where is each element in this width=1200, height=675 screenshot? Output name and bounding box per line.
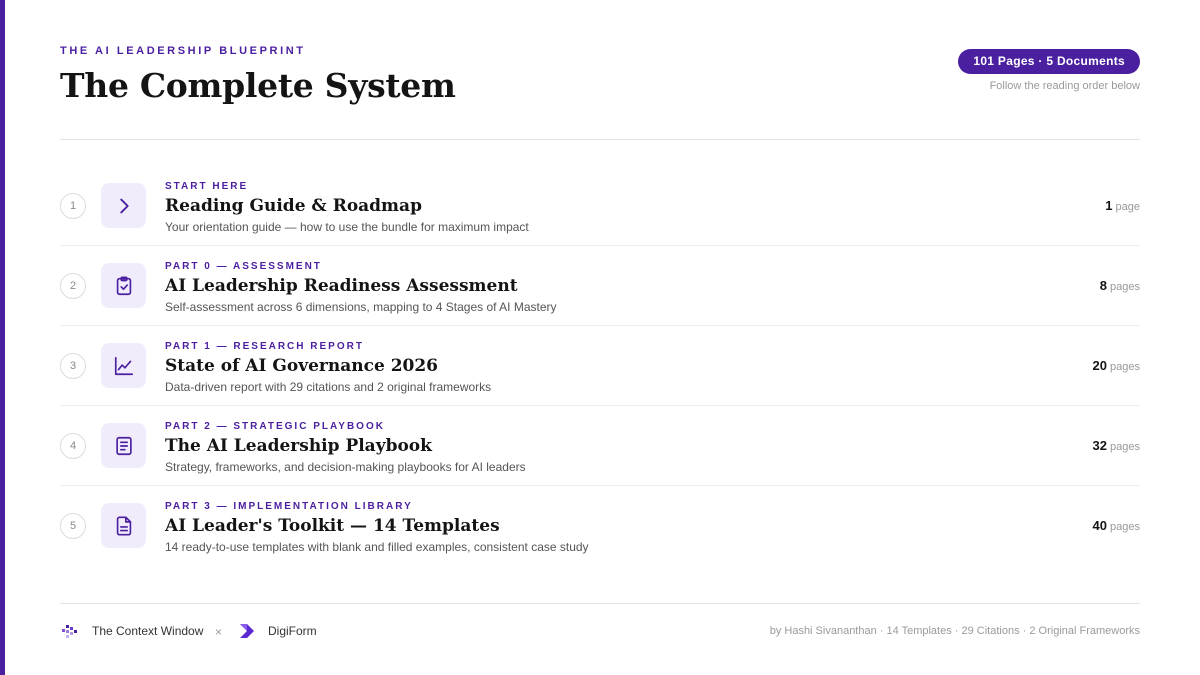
page-count-unit: pages	[1110, 361, 1140, 373]
brand-name-digiform: DigiForm	[268, 624, 317, 638]
item-title: AI Leader's Toolkit — 14 Templates	[165, 516, 500, 536]
list-item[interactable]: 5 PART 3 — IMPLEMENTATION LIBRARY AI Lea…	[60, 486, 1140, 566]
header: THE AI LEADERSHIP BLUEPRINT The Complete…	[60, 0, 1140, 140]
page-title: The Complete System	[60, 66, 456, 105]
icon-tile	[101, 343, 146, 388]
page-count-number: 1	[1105, 198, 1113, 213]
page-count-unit: page	[1115, 201, 1140, 213]
icon-tile	[101, 423, 146, 468]
step-number: 1	[60, 193, 86, 219]
clipboard-check-icon	[116, 275, 131, 295]
collab-separator: ×	[215, 625, 223, 639]
digiform-brand: DigiForm	[238, 622, 317, 640]
line-chart-icon	[114, 356, 133, 375]
item-description: 14 ready-to-use templates with blank and…	[165, 540, 589, 554]
book-icon	[115, 436, 132, 455]
item-label: PART 0 — ASSESSMENT	[165, 261, 322, 272]
page-count-unit: pages	[1110, 441, 1140, 453]
summary-badge: 101 Pages · 5 Documents	[958, 49, 1140, 74]
page-count: 40 pages	[1093, 517, 1140, 535]
digiform-logo-icon	[240, 624, 254, 638]
page: THE AI LEADERSHIP BLUEPRINT The Complete…	[60, 0, 1140, 675]
list-item[interactable]: 4 PART 2 — STRATEGIC PLAYBOOK The AI Lea…	[60, 406, 1140, 486]
page-count-unit: pages	[1110, 521, 1140, 533]
item-description: Your orientation guide — how to use the …	[165, 220, 529, 234]
footer-credits: by Hashi Sivananthan · 14 Templates · 29…	[769, 625, 1140, 637]
page-count-number: 32	[1092, 438, 1108, 453]
chevron-right-icon	[119, 198, 129, 213]
item-label: START HERE	[165, 181, 249, 192]
page-count-number: 8	[1099, 278, 1108, 293]
page-count: 32 pages	[1093, 437, 1140, 455]
page-count: 8 pages	[1100, 277, 1140, 295]
item-description: Strategy, frameworks, and decision-makin…	[165, 460, 526, 474]
icon-tile	[101, 503, 146, 548]
item-label: PART 1 — RESEARCH REPORT	[165, 341, 364, 352]
item-title: AI Leadership Readiness Assessment	[165, 276, 518, 296]
item-title: Reading Guide & Roadmap	[165, 196, 422, 216]
footer: The Context Window × DigiForm by Hashi S…	[60, 603, 1140, 675]
document-icon	[116, 515, 131, 536]
context-window-brand: The Context Window	[60, 622, 203, 640]
item-title: State of AI Governance 2026	[165, 356, 439, 376]
list-item[interactable]: 1 START HERE Reading Guide & Roadmap You…	[60, 166, 1140, 246]
icon-tile	[101, 183, 146, 228]
step-number: 5	[60, 513, 86, 539]
list-item[interactable]: 2 PART 0 — ASSESSMENT AI Leadership Read…	[60, 246, 1140, 326]
page-count-number: 40	[1092, 518, 1108, 533]
item-label: PART 3 — IMPLEMENTATION LIBRARY	[165, 501, 413, 512]
document-list: 1 START HERE Reading Guide & Roadmap You…	[60, 166, 1140, 566]
item-description: Data-driven report with 29 citations and…	[165, 380, 492, 394]
page-count-number: 20	[1092, 358, 1108, 373]
step-number: 4	[60, 433, 86, 459]
step-number: 3	[60, 353, 86, 379]
page-count-unit: pages	[1110, 281, 1140, 293]
icon-tile	[101, 263, 146, 308]
page-count: 1 page	[1105, 197, 1140, 215]
reading-order-hint: Follow the reading order below	[989, 80, 1140, 92]
list-item[interactable]: 3 PART 1 — RESEARCH REPORT State of AI G…	[60, 326, 1140, 406]
context-window-logo-icon	[62, 625, 77, 638]
accent-bar	[0, 0, 5, 675]
brand-name-context-window: The Context Window	[92, 624, 204, 638]
eyebrow: THE AI LEADERSHIP BLUEPRINT	[60, 45, 306, 57]
page-count: 20 pages	[1093, 357, 1140, 375]
step-number: 2	[60, 273, 86, 299]
item-title: The AI Leadership Playbook	[165, 436, 432, 456]
item-label: PART 2 — STRATEGIC PLAYBOOK	[165, 421, 385, 432]
item-description: Self-assessment across 6 dimensions, map…	[165, 300, 557, 314]
